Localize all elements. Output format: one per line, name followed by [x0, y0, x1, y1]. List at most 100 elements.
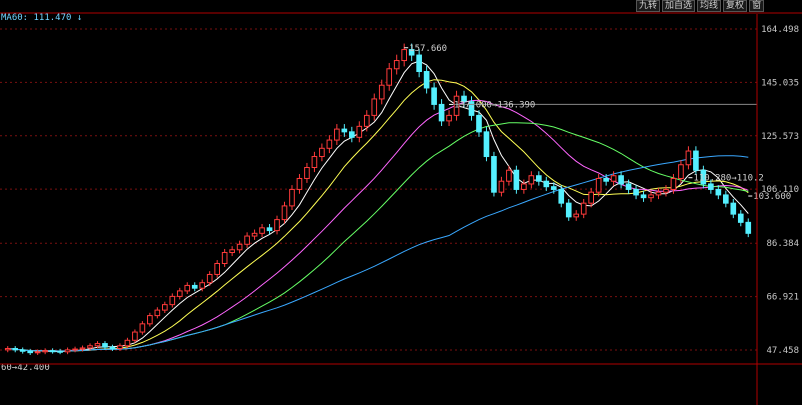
candle-body[interactable] — [371, 98, 378, 116]
moving-average-button[interactable]: 均线 — [697, 0, 722, 12]
candle-body[interactable] — [550, 186, 557, 190]
candle-body[interactable] — [580, 202, 587, 215]
candle-body[interactable] — [393, 60, 400, 70]
candle-body[interactable] — [498, 180, 505, 193]
candle-body[interactable] — [206, 273, 213, 284]
candle-body[interactable] — [573, 213, 580, 218]
candle-body[interactable] — [27, 350, 33, 354]
candle-body[interactable] — [521, 183, 527, 190]
candle-body[interactable] — [162, 304, 168, 311]
candle-body[interactable] — [618, 175, 624, 185]
candle-body[interactable] — [12, 348, 19, 351]
candle-body[interactable] — [64, 349, 71, 353]
candle-body[interactable] — [72, 348, 78, 351]
candle-body[interactable] — [378, 84, 385, 100]
candle-body[interactable] — [633, 188, 639, 196]
nine-turn-button[interactable]: 九转 — [636, 0, 661, 12]
candle-body[interactable] — [483, 131, 490, 158]
candle-body[interactable] — [176, 290, 183, 297]
candle-body[interactable] — [4, 348, 11, 351]
adjust-price-button[interactable]: 复权 — [723, 0, 748, 12]
candle-body[interactable] — [281, 205, 288, 221]
candle-body[interactable] — [625, 183, 632, 190]
candle-body[interactable] — [536, 175, 542, 182]
candle-body[interactable] — [723, 194, 729, 204]
candle-body[interactable] — [513, 169, 520, 190]
candle-body[interactable] — [79, 347, 86, 350]
candle-body[interactable] — [191, 284, 198, 289]
candle-body[interactable] — [565, 202, 572, 218]
candle-body[interactable] — [334, 128, 340, 141]
candle-body[interactable] — [132, 331, 138, 341]
candle-body[interactable] — [169, 295, 176, 306]
candle-body[interactable] — [543, 180, 550, 188]
candle-body[interactable] — [214, 262, 220, 275]
window-button[interactable]: 窗 — [749, 0, 765, 12]
candle-body[interactable] — [147, 315, 153, 325]
candle-body[interactable] — [244, 235, 250, 245]
candle-body[interactable] — [588, 191, 594, 204]
candle-body[interactable] — [34, 351, 41, 354]
candle-body[interactable] — [363, 114, 370, 127]
candle-body[interactable] — [296, 177, 303, 190]
candle-body[interactable] — [109, 346, 116, 350]
candle-body[interactable] — [558, 188, 565, 204]
candle-body[interactable] — [678, 164, 684, 179]
candle-body[interactable] — [356, 125, 363, 138]
candle-body[interactable] — [274, 219, 280, 232]
candle-body[interactable] — [102, 343, 108, 348]
candle-body[interactable] — [528, 175, 535, 185]
candle-body[interactable] — [446, 114, 452, 122]
candle-body[interactable] — [289, 188, 295, 207]
candle-body[interactable] — [745, 221, 752, 234]
candle-body[interactable] — [49, 350, 56, 353]
candle-body[interactable] — [491, 156, 497, 193]
candle-body[interactable] — [640, 194, 647, 199]
candle-body[interactable] — [341, 128, 348, 133]
candle-body[interactable] — [423, 71, 430, 89]
candle-body[interactable] — [57, 350, 63, 353]
candle-body[interactable] — [236, 243, 243, 251]
candle-body[interactable] — [154, 309, 161, 317]
candle-body[interactable] — [87, 345, 93, 349]
candle-body[interactable] — [431, 87, 437, 105]
candle-body[interactable] — [386, 68, 393, 86]
candle-body[interactable] — [685, 150, 692, 166]
candle-body[interactable] — [737, 213, 744, 223]
candle-body[interactable] — [595, 177, 602, 193]
candle-body[interactable] — [139, 323, 146, 333]
candle-body[interactable] — [693, 150, 699, 171]
candle-body[interactable] — [221, 252, 228, 264]
add-watchlist-button[interactable]: 加自选 — [662, 0, 696, 12]
candle-body[interactable] — [42, 350, 48, 353]
candle-body[interactable] — [94, 343, 101, 347]
candle-body[interactable] — [19, 349, 26, 352]
candle-body[interactable] — [326, 139, 333, 149]
candle-body[interactable] — [670, 177, 677, 190]
candle-body[interactable] — [311, 156, 318, 168]
candle-body[interactable] — [266, 227, 273, 232]
candle-body[interactable] — [648, 194, 654, 199]
candle-body[interactable] — [438, 103, 445, 122]
candle-body[interactable] — [401, 49, 407, 62]
candle-body[interactable] — [304, 166, 310, 179]
candle-body[interactable] — [251, 232, 258, 237]
candle-body[interactable] — [117, 345, 123, 350]
candle-body[interactable] — [124, 339, 131, 347]
candle-body[interactable] — [199, 282, 206, 289]
candle-body[interactable] — [416, 54, 422, 73]
candle-body[interactable] — [603, 177, 609, 182]
candle-body[interactable] — [610, 175, 617, 182]
candle-body[interactable] — [229, 249, 235, 254]
candle-body[interactable] — [730, 202, 737, 215]
candle-body[interactable] — [349, 131, 355, 138]
candle-body[interactable] — [319, 147, 325, 158]
candle-body[interactable] — [655, 191, 662, 196]
candle-body[interactable] — [476, 114, 482, 133]
candle-body[interactable] — [663, 188, 669, 193]
candle-body[interactable] — [708, 183, 714, 190]
candle-body[interactable] — [184, 284, 191, 292]
candlestick-chart[interactable]: 157.660137.000→136.390110.280→110.2103.6… — [0, 0, 802, 405]
candle-body[interactable] — [506, 169, 512, 182]
candle-body[interactable] — [715, 188, 722, 196]
